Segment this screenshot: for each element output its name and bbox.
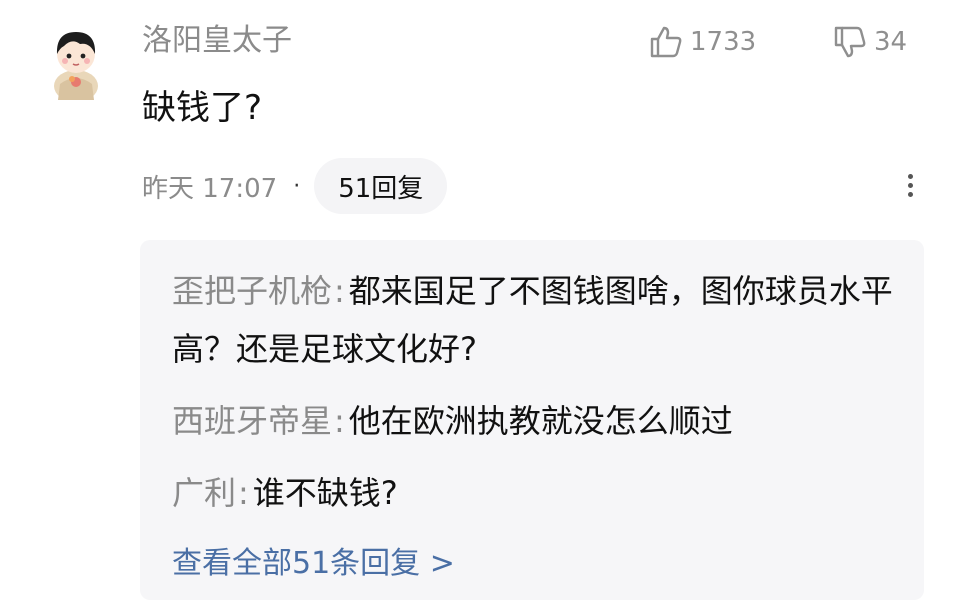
meta-separator: · bbox=[293, 173, 301, 199]
avatar[interactable] bbox=[50, 24, 102, 102]
reply-count-label: 51回复 bbox=[338, 173, 424, 204]
reply-item[interactable]: 歪把子机枪: 都来国足了不图钱图啥，图你球员水平高？还是足球文化好? bbox=[172, 262, 902, 378]
reply-text: 他在欧洲执教就没怎么顺过 bbox=[348, 402, 733, 440]
like-button[interactable]: 1733 bbox=[648, 20, 756, 64]
reply-colon: : bbox=[238, 474, 249, 512]
avatar-icon bbox=[54, 32, 98, 102]
comment-text: 缺钱了? bbox=[142, 88, 263, 128]
reply-author[interactable]: 西班牙帝星 bbox=[172, 402, 332, 440]
reply-colon: : bbox=[334, 402, 345, 440]
reply-item[interactable]: 西班牙帝星: 他在欧洲执教就没怎么顺过 bbox=[172, 392, 902, 450]
reply-author[interactable]: 广利 bbox=[172, 474, 236, 512]
like-count: 1733 bbox=[690, 27, 757, 57]
dislike-button[interactable]: 34 bbox=[832, 20, 907, 64]
comment-time: 昨天 17:07 bbox=[142, 173, 278, 204]
comment-meta: 昨天 17:07 · 51回复 bbox=[142, 158, 448, 214]
reply-author[interactable]: 歪把子机枪 bbox=[172, 272, 332, 310]
reply-item[interactable]: 广利: 谁不缺钱? bbox=[172, 464, 902, 522]
replies-panel: 歪把子机枪: 都来国足了不图钱图啥，图你球员水平高？还是足球文化好? 西班牙帝星:… bbox=[140, 240, 924, 600]
more-button[interactable] bbox=[896, 170, 924, 204]
author-name[interactable]: 洛阳皇太子 bbox=[142, 20, 292, 62]
dislike-count: 34 bbox=[874, 27, 908, 57]
reply-text: 谁不缺钱? bbox=[252, 474, 398, 512]
thumbs-down-icon bbox=[834, 26, 866, 58]
thumbs-up-icon bbox=[650, 26, 682, 58]
reply-count-button[interactable]: 51回复 bbox=[314, 158, 448, 214]
reply-colon: : bbox=[334, 272, 345, 310]
more-vertical-icon bbox=[896, 174, 924, 197]
view-all-replies-link[interactable]: 查看全部51条回复 > bbox=[172, 534, 455, 594]
